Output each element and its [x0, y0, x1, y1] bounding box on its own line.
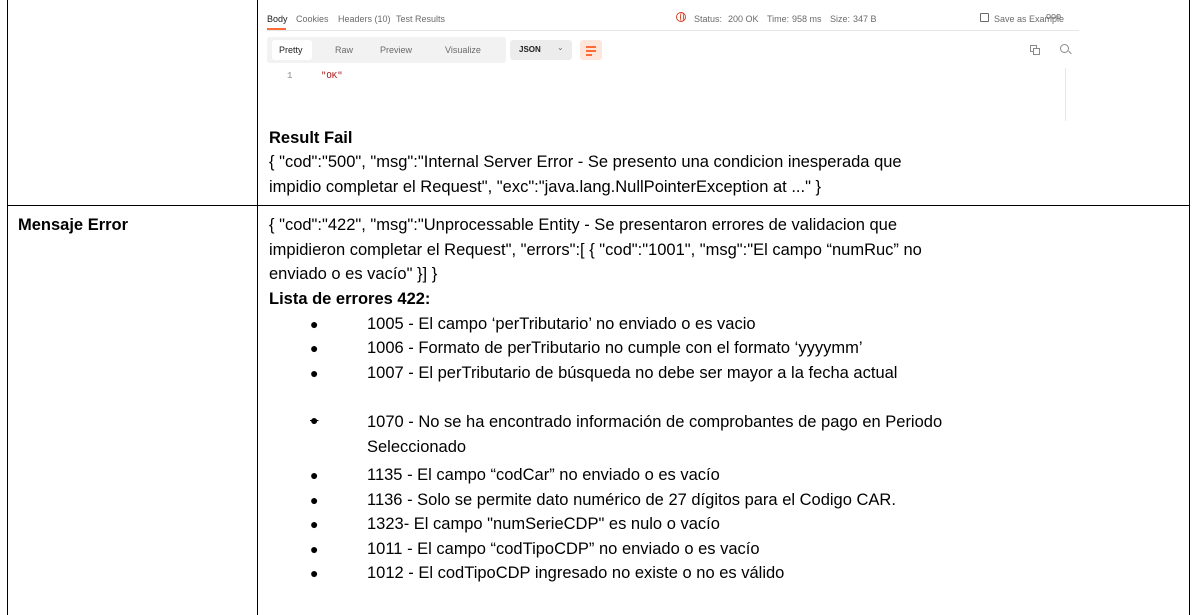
mensaje-error-label: Mensaje Error	[18, 216, 129, 234]
result-fail-line-2: impidio completar el Request", "exc":"ja…	[269, 178, 822, 196]
size-label: Size:	[830, 14, 851, 24]
error-item: 1007 - El perTributario de búsqueda no d…	[367, 364, 898, 382]
bullet-icon: ●	[310, 412, 319, 428]
search-icon[interactable]	[1060, 44, 1069, 53]
table-border-left	[7, 0, 8, 615]
view-visualize[interactable]: Visualize	[445, 45, 481, 55]
error-item: 1323- El campo "numSerieCDP" es nulo o v…	[367, 515, 720, 533]
wrap-lines-icon[interactable]	[580, 40, 602, 60]
active-tab-indicator	[267, 28, 286, 30]
bullet-icon: ●	[310, 492, 319, 508]
bullet-icon: ●	[310, 541, 319, 557]
error-item: 1136 - Solo se permite dato numérico de …	[367, 491, 896, 509]
status-value: 200 OK	[728, 14, 759, 24]
error-item: 1005 - El campo ‘perTributario’ no envia…	[367, 315, 756, 333]
line-number: 1	[287, 71, 293, 81]
view-preview[interactable]: Preview	[380, 45, 412, 55]
status-label: Status:	[694, 14, 723, 24]
view-mode-selector: Pretty Raw Preview Visualize	[267, 37, 506, 63]
response-tabs-bar: Body Cookies Headers (10) Test Results S…	[267, 6, 1079, 31]
error-item: 1012 - El codTipoCDP ingresado no existe…	[367, 564, 785, 582]
globe-icon[interactable]	[676, 12, 686, 22]
tab-body[interactable]: Body	[267, 14, 288, 24]
error-item-continuation: Seleccionado	[367, 438, 467, 456]
view-raw[interactable]: Raw	[335, 45, 353, 55]
copy-icon[interactable]	[1030, 45, 1040, 55]
tab-test-results[interactable]: Test Results	[396, 14, 445, 24]
error-item: 1070 - No se ha encontrado información d…	[367, 413, 943, 431]
tab-cookies[interactable]: Cookies	[296, 14, 329, 24]
bullet-icon: ●	[310, 516, 319, 532]
postman-response-screenshot: Body Cookies Headers (10) Test Results S…	[267, 6, 1079, 121]
bullet-icon: ●	[310, 316, 319, 332]
view-pretty[interactable]: Pretty	[279, 45, 303, 55]
size-value: 347 B	[853, 14, 877, 24]
scrollbar[interactable]	[1065, 68, 1080, 121]
error-item: 1011 - El campo “codTipoCDP” no enviado …	[367, 540, 760, 558]
bullet-icon: ●	[310, 365, 319, 381]
mensaje-error-line-3: enviado o es vacío" }] }	[269, 265, 438, 283]
format-value: JSON	[519, 45, 541, 54]
response-body: "OK"	[321, 71, 343, 81]
time-label: Time:	[767, 14, 790, 24]
more-options-icon[interactable]: ooo	[1046, 11, 1061, 21]
bullet-icon: ●	[310, 340, 319, 356]
error-list-heading: Lista de errores 422:	[269, 290, 431, 308]
table-border-right	[1189, 0, 1190, 615]
table-row-divider	[7, 205, 1190, 206]
mensaje-error-line-1: { "cod":"422", "msg":"Unprocessable Enti…	[269, 216, 897, 234]
bullet-icon: ●	[310, 467, 319, 483]
chevron-down-icon: ⌄	[557, 43, 564, 52]
table-column-divider	[257, 0, 258, 615]
error-item: 1135 - El campo “codCar” no enviado o es…	[367, 466, 720, 484]
tab-headers[interactable]: Headers (10)	[338, 14, 391, 24]
result-fail-line-1: { "cod":"500", "msg":"Internal Server Er…	[269, 153, 902, 171]
time-value: 958 ms	[792, 14, 822, 24]
bullet-icon: ●	[310, 565, 319, 581]
save-icon	[980, 13, 989, 22]
view-toolbar: Pretty Raw Preview Visualize JSON ⌄	[267, 37, 1079, 63]
format-dropdown[interactable]: JSON ⌄	[510, 40, 572, 60]
mensaje-error-line-2: impidieron completar el Request", "error…	[269, 241, 922, 259]
error-item: 1006 - Formato de perTributario no cumpl…	[367, 339, 863, 357]
result-fail-heading: Result Fail	[269, 129, 353, 147]
